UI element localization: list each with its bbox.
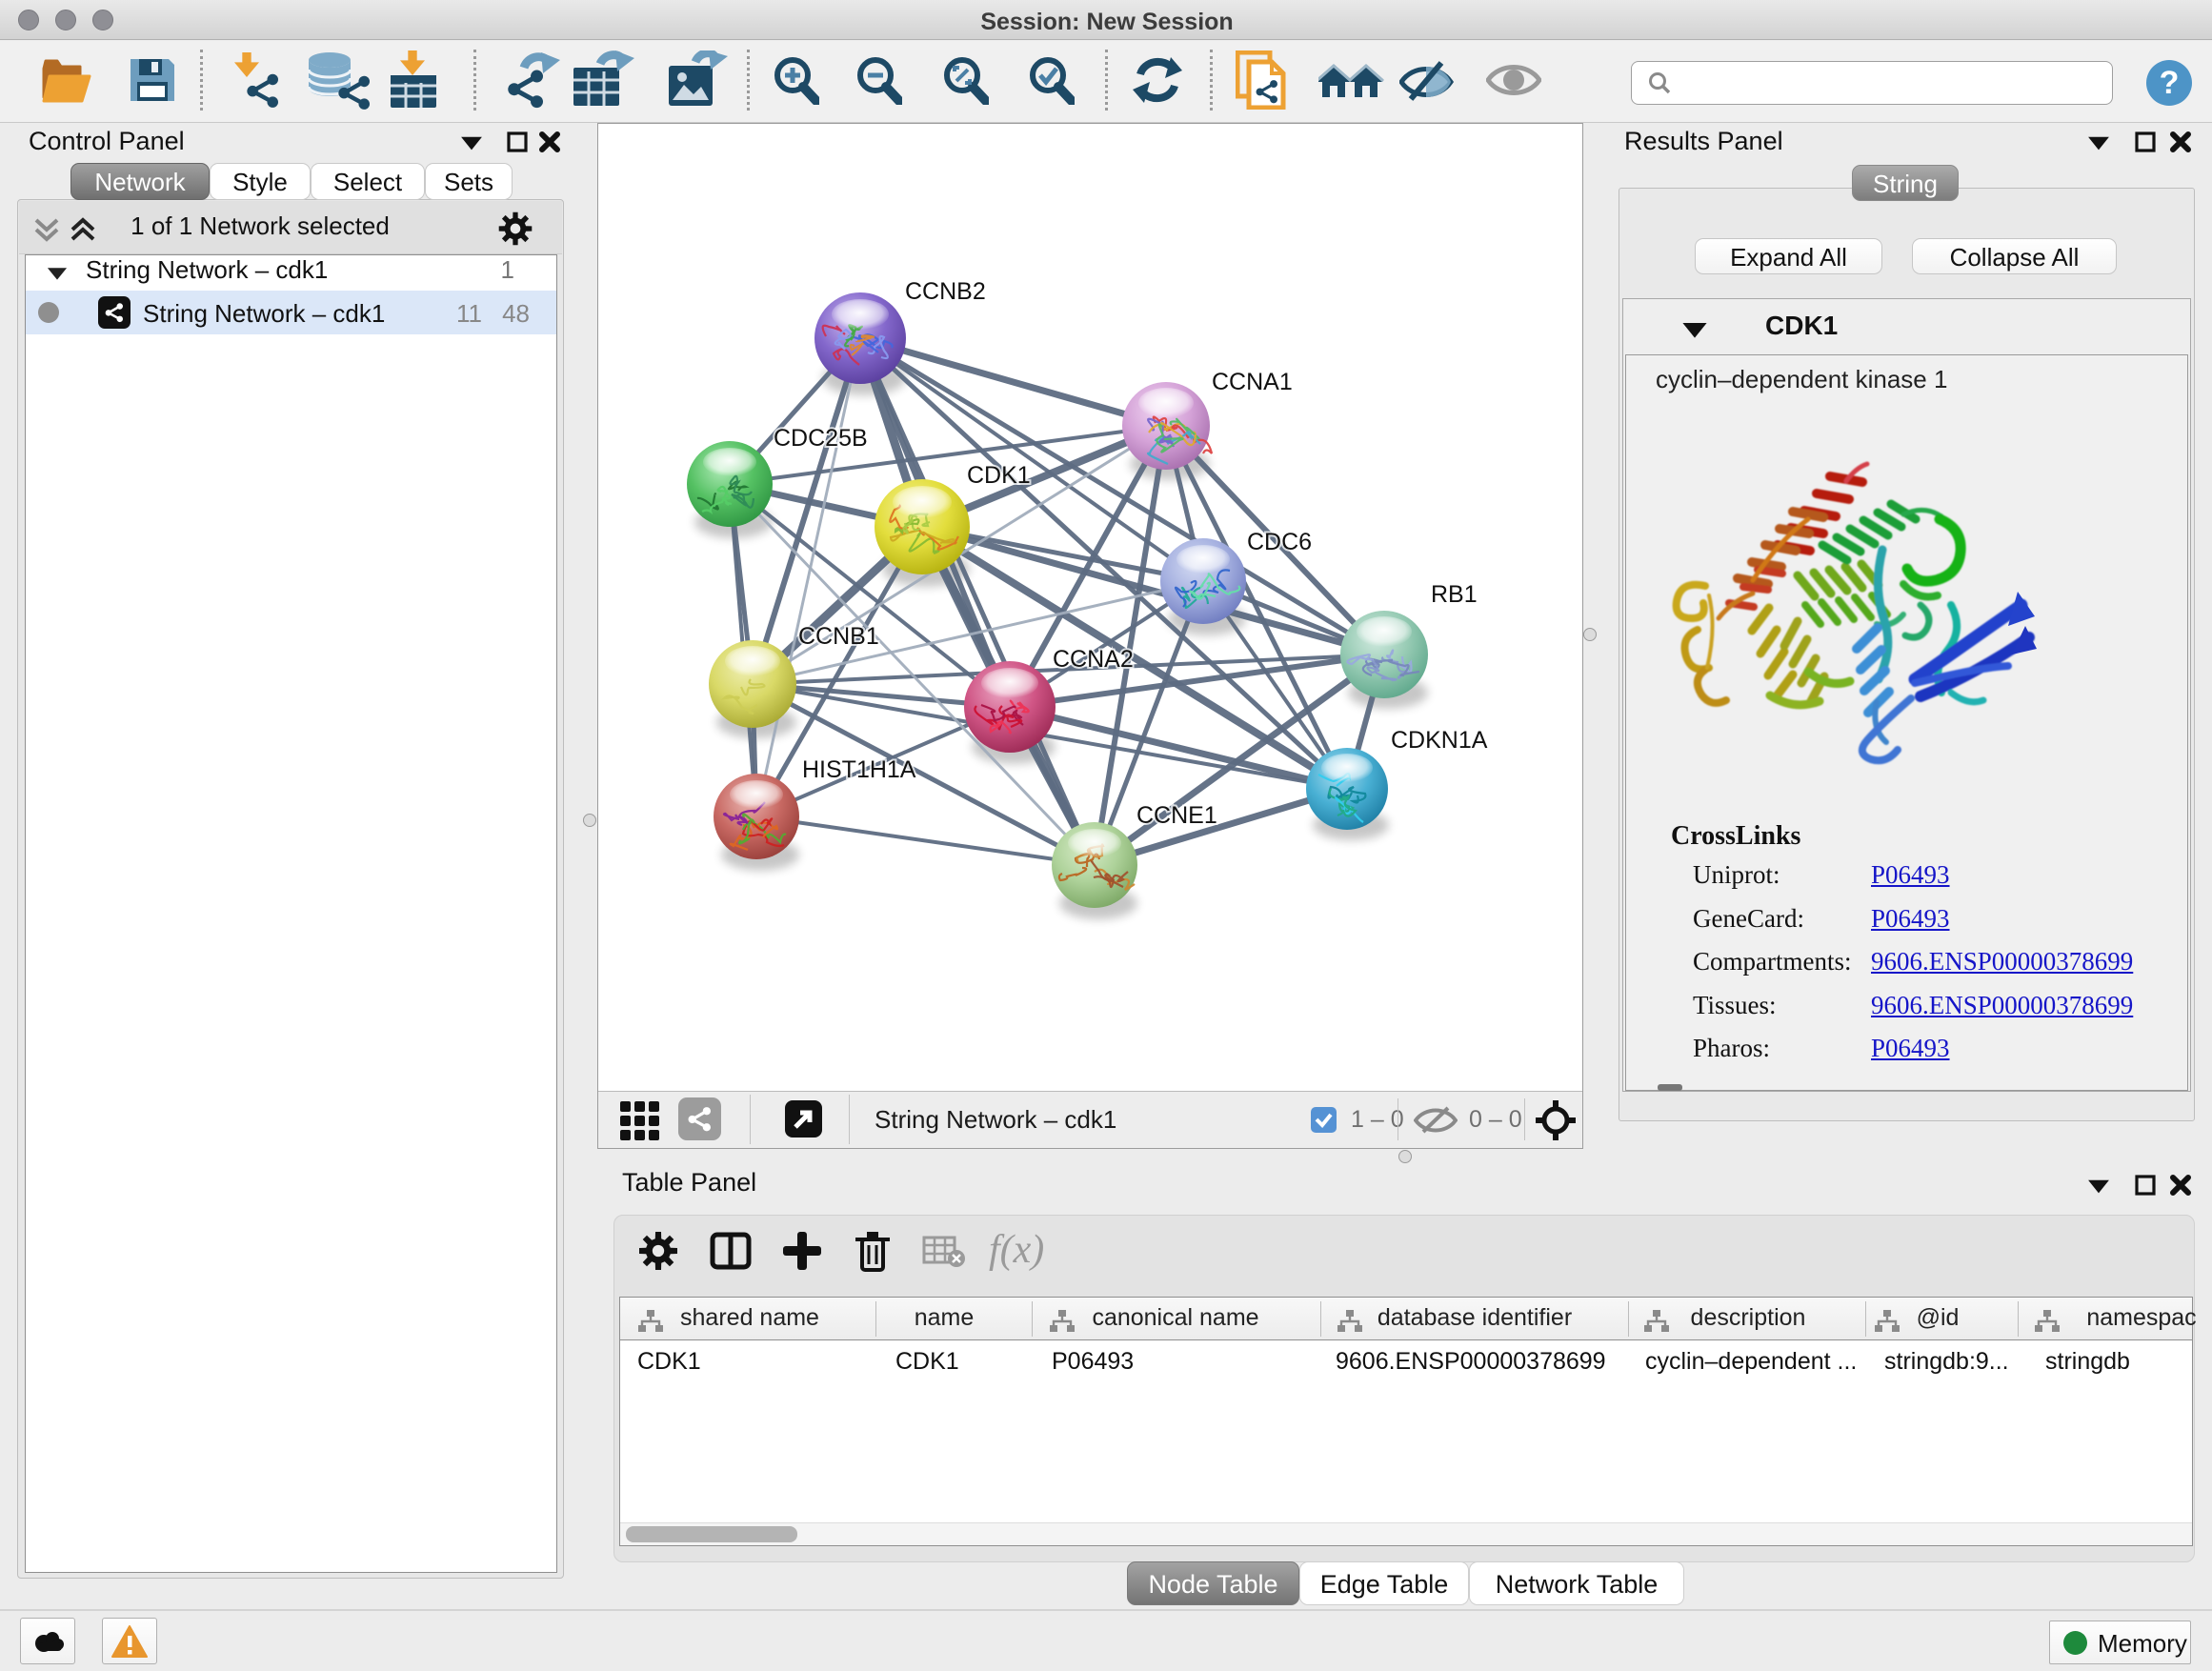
svg-text:CCNA2: CCNA2 (1053, 646, 1134, 673)
svg-text:CCNA1: CCNA1 (1212, 369, 1293, 395)
svg-text:HIST1H1A: HIST1H1A (802, 756, 916, 783)
svg-text:CCNB1: CCNB1 (798, 623, 879, 650)
svg-text:RB1: RB1 (1431, 581, 1478, 608)
svg-text:CCNE1: CCNE1 (1136, 802, 1217, 829)
svg-text:CDK1: CDK1 (967, 462, 1031, 489)
svg-text:CDC6: CDC6 (1247, 529, 1312, 555)
svg-text:CCNB2: CCNB2 (905, 278, 986, 305)
svg-text:CDC25B: CDC25B (774, 425, 868, 452)
svg-text:CDKN1A: CDKN1A (1391, 727, 1488, 754)
